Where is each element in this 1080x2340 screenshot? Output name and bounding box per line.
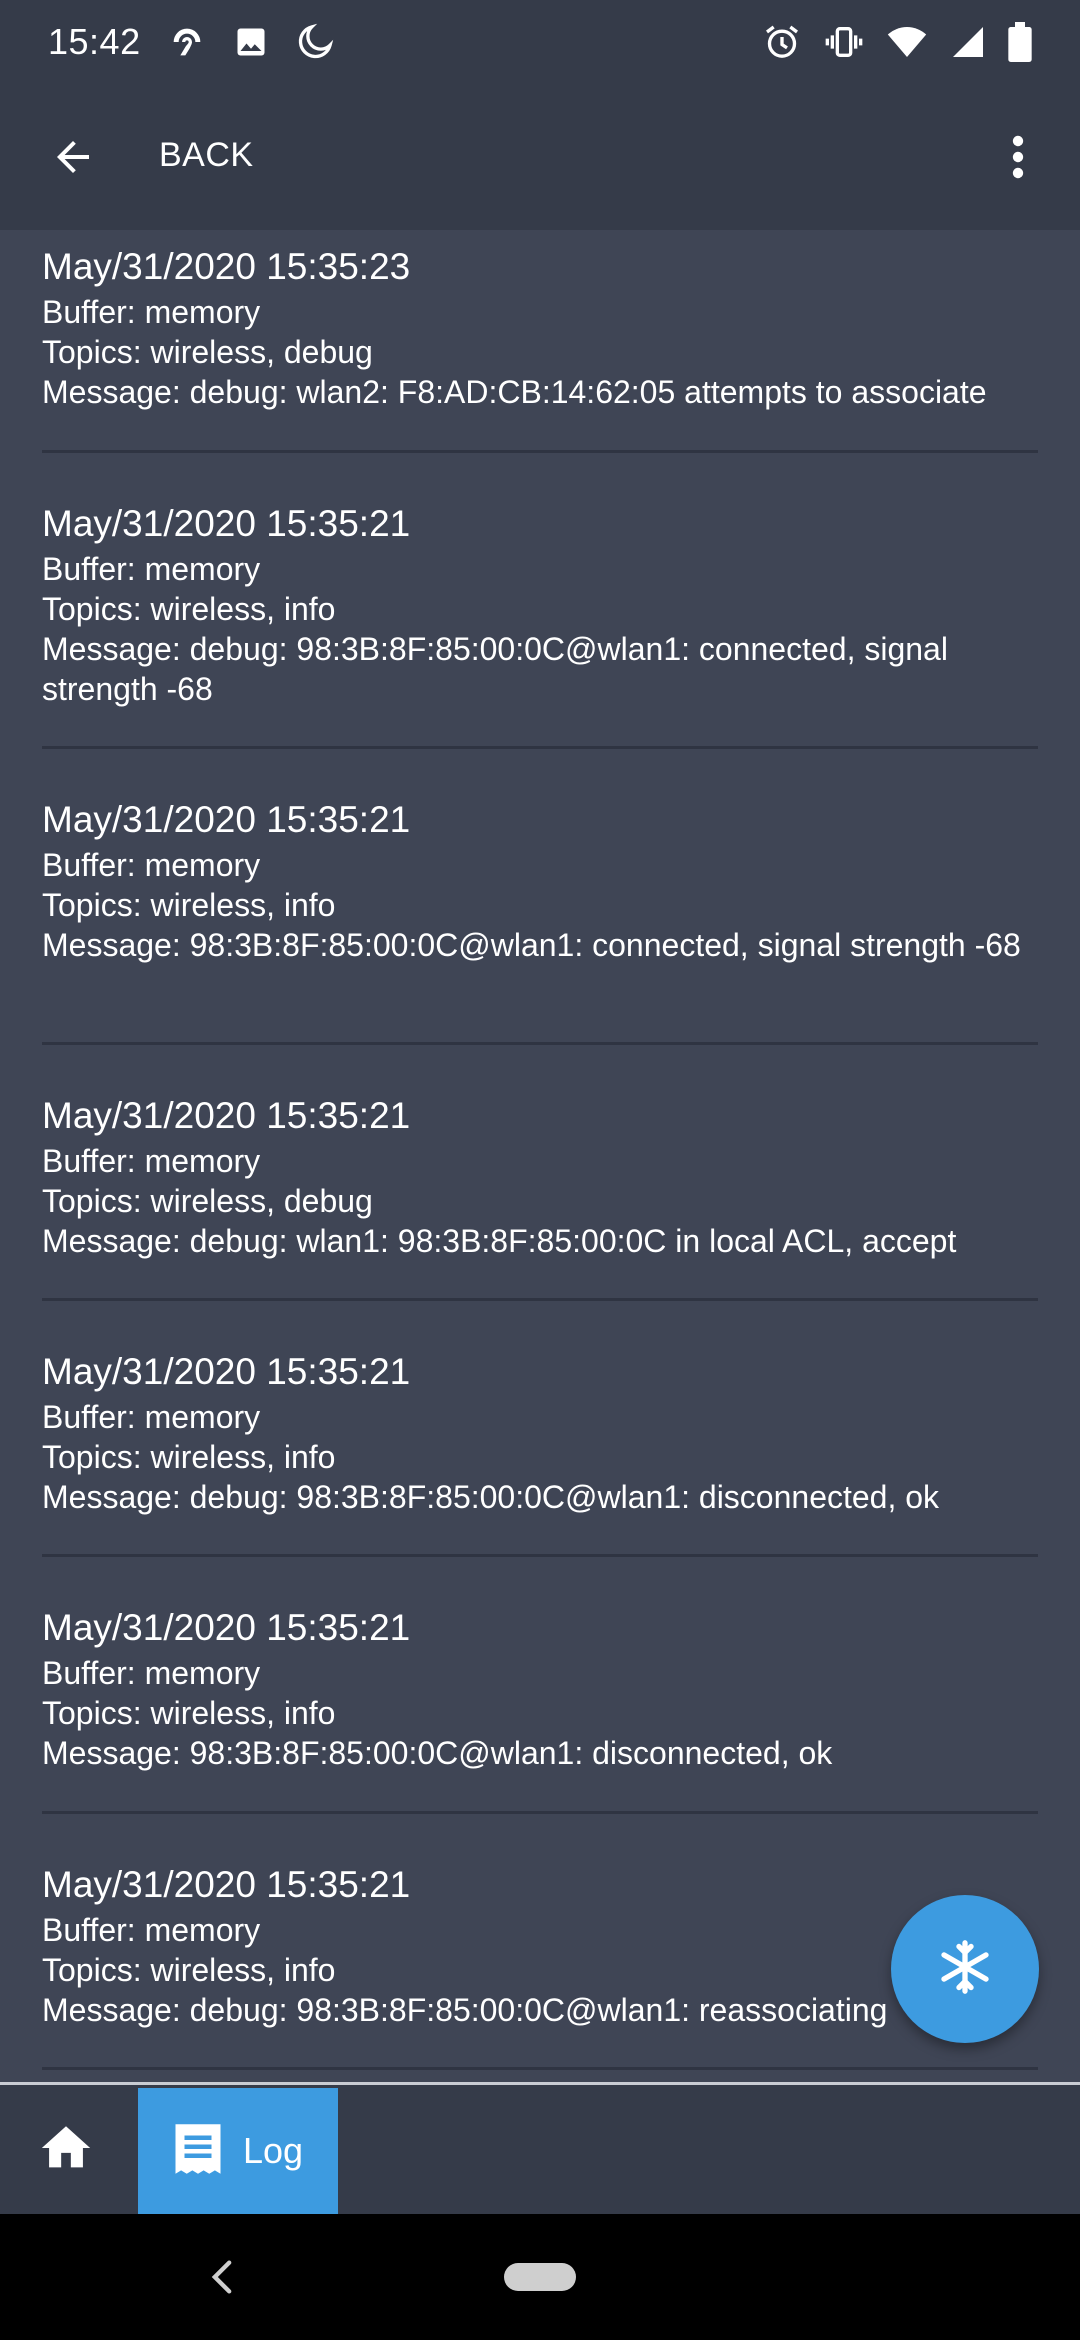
log-message: Message: 98:3B:8F:85:00:0C@wlan1: discon… <box>42 1735 833 1771</box>
log-message: Message: debug: 98:3B:8F:85:00:0C@wlan1:… <box>42 631 948 707</box>
log-timestamp: May/31/2020 15:35:21 <box>42 1607 411 1648</box>
freeze-fab-button[interactable] <box>891 1895 1039 2043</box>
log-buffer: Buffer: memory <box>42 1143 261 1179</box>
vibrate-icon <box>824 22 864 62</box>
app-root: 15:42 BACK May/31/2020 15:35:23 Buffer: … <box>0 0 1080 2340</box>
log-buffer: Buffer: memory <box>42 847 261 883</box>
log-message: Message: debug: 98:3B:8F:85:00:0C@wlan1:… <box>42 1479 940 1515</box>
overflow-menu-icon[interactable] <box>1000 122 1036 192</box>
status-bar: 15:42 <box>0 0 1080 84</box>
log-topics: Topics: wireless, debug <box>42 334 373 370</box>
log-buffer: Buffer: memory <box>42 1399 261 1435</box>
app-bar: BACK <box>0 84 1080 230</box>
wifi-icon <box>886 22 928 62</box>
log-buffer: Buffer: memory <box>42 1912 261 1948</box>
nav-home-pill[interactable] <box>504 2263 576 2291</box>
log-timestamp: May/31/2020 15:35:21 <box>42 799 411 840</box>
log-message: Message: debug: 98:3B:8F:85:00:0C@wlan1:… <box>42 1992 888 2028</box>
log-buffer: Buffer: memory <box>42 1655 261 1691</box>
signal-icon <box>950 23 986 61</box>
moon-icon <box>295 22 335 62</box>
log-entry[interactable]: May/31/2020 15:35:21 Buffer: memory Topi… <box>42 1091 1038 1301</box>
log-entry[interactable]: May/31/2020 15:35:23 Buffer: memory Topi… <box>42 242 1038 453</box>
tab-log[interactable]: Log <box>138 2088 338 2214</box>
log-topics: Topics: wireless, info <box>42 887 336 923</box>
alarm-icon <box>762 22 802 62</box>
tab-home[interactable] <box>28 2107 104 2193</box>
bottom-tab-bar: Log <box>0 2082 1080 2214</box>
nav-back-icon[interactable] <box>202 2256 242 2298</box>
log-timestamp: May/31/2020 15:35:21 <box>42 503 411 544</box>
log-message: Message: 98:3B:8F:85:00:0C@wlan1: connec… <box>42 927 1021 963</box>
log-message: Message: debug: wlan1: 98:3B:8F:85:00:0C… <box>42 1223 957 1259</box>
log-timestamp: May/31/2020 15:35:21 <box>42 1351 411 1392</box>
status-left: 15:42 <box>48 21 335 63</box>
log-entry[interactable]: May/31/2020 15:35:21 Buffer: memory Topi… <box>42 1347 1038 1557</box>
log-message: Message: debug: wlan2: F8:AD:CB:14:62:05… <box>42 374 987 410</box>
log-buffer: Buffer: memory <box>42 551 261 587</box>
hotspot-icon <box>167 22 207 62</box>
status-time: 15:42 <box>48 21 141 62</box>
log-topics: Topics: wireless, info <box>42 591 336 627</box>
log-icon <box>173 2122 223 2181</box>
log-topics: Topics: wireless, info <box>42 1439 336 1475</box>
log-entry[interactable]: May/31/2020 15:35:21 Buffer: memory Topi… <box>42 795 1038 1045</box>
log-timestamp: May/31/2020 15:35:23 <box>42 246 411 287</box>
back-arrow-icon[interactable] <box>42 126 104 188</box>
log-topics: Topics: wireless, info <box>42 1695 336 1731</box>
log-buffer: Buffer: memory <box>42 294 261 330</box>
log-entry[interactable]: May/31/2020 15:35:21 Buffer: memory Topi… <box>42 499 1038 749</box>
system-nav-bar <box>0 2214 1080 2340</box>
log-entry[interactable]: May/31/2020 15:35:21 Buffer: memory Topi… <box>42 1603 1038 1814</box>
image-icon <box>233 24 269 60</box>
log-entry[interactable]: May/31/2020 15:35:21 Buffer: memory Topi… <box>42 1860 1038 2070</box>
home-icon <box>37 2119 95 2182</box>
snowflake-icon <box>936 1938 994 2001</box>
status-right <box>762 22 1032 62</box>
log-topics: Topics: wireless, info <box>42 1952 336 1988</box>
log-timestamp: May/31/2020 15:35:21 <box>42 1095 411 1136</box>
log-timestamp: May/31/2020 15:35:21 <box>42 1864 411 1905</box>
log-topics: Topics: wireless, debug <box>42 1183 373 1219</box>
battery-icon <box>1008 22 1032 62</box>
log-list[interactable]: May/31/2020 15:35:23 Buffer: memory Topi… <box>0 230 1080 2082</box>
tab-log-label: Log <box>242 2130 304 2171</box>
back-button[interactable]: BACK <box>159 136 254 175</box>
